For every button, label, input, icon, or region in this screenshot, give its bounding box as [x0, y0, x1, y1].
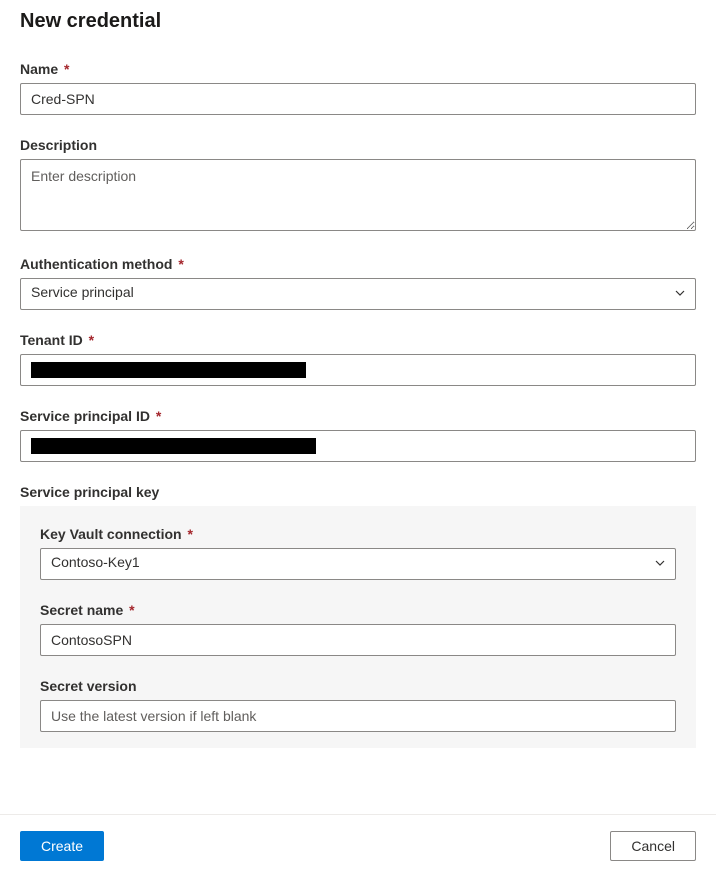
sp-key-label-text: Service principal key — [20, 484, 159, 500]
tenant-id-label: Tenant ID * — [20, 332, 696, 348]
secret-name-label-text: Secret name — [40, 602, 123, 618]
required-asterisk: * — [156, 408, 161, 424]
description-field-group: Description — [20, 137, 696, 234]
description-label-text: Description — [20, 137, 97, 153]
required-asterisk: * — [178, 256, 183, 272]
name-label-text: Name — [20, 61, 58, 77]
required-asterisk: * — [129, 602, 134, 618]
name-label: Name * — [20, 61, 696, 77]
secret-name-label: Secret name * — [40, 602, 676, 618]
sp-key-field-group: Service principal key Key Vault connecti… — [20, 484, 696, 748]
kv-connection-label-text: Key Vault connection — [40, 526, 182, 542]
secret-version-input[interactable] — [40, 700, 676, 732]
sp-id-label: Service principal ID * — [20, 408, 696, 424]
required-asterisk: * — [187, 526, 192, 542]
auth-method-field-group: Authentication method * Service principa… — [20, 256, 696, 310]
auth-method-select-wrapper[interactable]: Service principal — [20, 278, 696, 310]
secret-version-label-text: Secret version — [40, 678, 137, 694]
secret-version-label: Secret version — [40, 678, 676, 694]
kv-connection-select[interactable]: Contoso-Key1 — [40, 548, 676, 580]
kv-connection-label: Key Vault connection * — [40, 526, 676, 542]
kv-connection-select-wrapper[interactable]: Contoso-Key1 — [40, 548, 676, 580]
name-field-group: Name * — [20, 61, 696, 115]
sp-id-label-text: Service principal ID — [20, 408, 150, 424]
tenant-id-label-text: Tenant ID — [20, 332, 83, 348]
secret-version-field-group: Secret version — [40, 678, 676, 732]
description-label: Description — [20, 137, 696, 153]
page-title: New credential — [20, 10, 696, 33]
cancel-button[interactable]: Cancel — [610, 831, 696, 861]
auth-method-label-text: Authentication method — [20, 256, 172, 272]
footer: Create Cancel — [0, 814, 716, 877]
required-asterisk: * — [89, 332, 94, 348]
redacted-value — [31, 438, 316, 454]
auth-method-label: Authentication method * — [20, 256, 696, 272]
secret-name-input[interactable] — [40, 624, 676, 656]
auth-method-select[interactable]: Service principal — [20, 278, 696, 310]
sp-id-input[interactable] — [20, 430, 696, 462]
name-input[interactable] — [20, 83, 696, 115]
description-input[interactable] — [20, 159, 696, 231]
tenant-id-input[interactable] — [20, 354, 696, 386]
sp-key-label: Service principal key — [20, 484, 696, 500]
sp-id-field-group: Service principal ID * — [20, 408, 696, 462]
tenant-id-field-group: Tenant ID * — [20, 332, 696, 386]
required-asterisk: * — [64, 61, 69, 77]
create-button[interactable]: Create — [20, 831, 104, 861]
sp-key-nested-section: Key Vault connection * Contoso-Key1 Secr… — [20, 506, 696, 748]
kv-connection-field-group: Key Vault connection * Contoso-Key1 — [40, 526, 676, 580]
redacted-value — [31, 362, 306, 378]
secret-name-field-group: Secret name * — [40, 602, 676, 656]
